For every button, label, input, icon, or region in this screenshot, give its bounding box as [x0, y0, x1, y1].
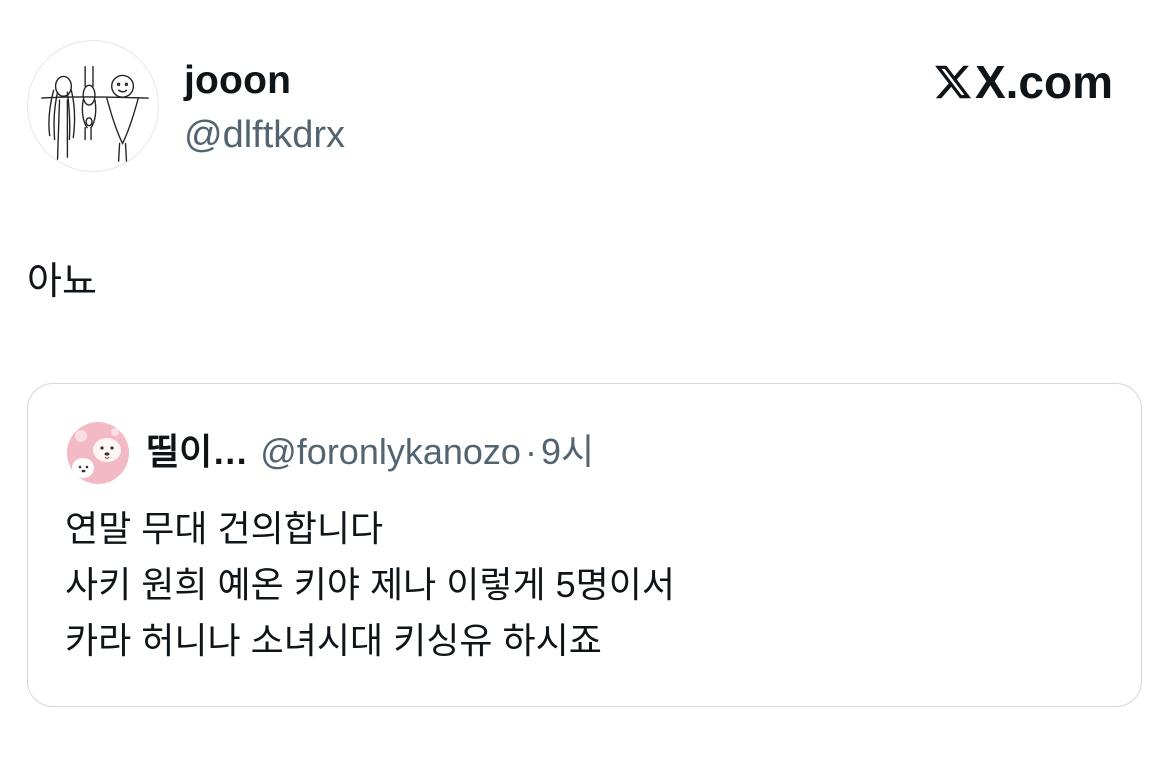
author-avatar[interactable]	[27, 40, 159, 172]
x-logo-icon	[935, 65, 971, 99]
tweet-text: 아뇨	[27, 261, 97, 303]
quoted-tweet-line: 연말 무대 건의합니다	[65, 508, 384, 549]
quoted-tweet-time[interactable]: 9시	[541, 431, 594, 472]
quoted-author-display-name[interactable]: 띨이…	[146, 431, 248, 472]
pink-puppy-avatar	[67, 422, 129, 484]
brand-link[interactable]: X.com	[933, 56, 1113, 108]
quoted-tweet-header: 띨이… @foronlykanozo · 9시	[146, 430, 594, 474]
stick-figure-drawing-avatar	[41, 65, 149, 162]
quoted-tweet-card[interactable]: 띨이… @foronlykanozo · 9시 연말 무대 건의합니다 사키 원희 예…	[27, 383, 1142, 707]
quoted-tweet-separator: ·	[524, 431, 537, 472]
quoted-tweet-text: 연말 무대 건의합니다 사키 원희 예온 키야 제나 이렇게 5명이서 카라 허…	[65, 501, 675, 669]
quoted-tweet-line: 사키 원희 예온 키야 제나 이렇게 5명이서	[65, 564, 675, 605]
brand-text: X.com	[974, 56, 1113, 108]
quoted-author-avatar[interactable]	[67, 422, 129, 484]
quoted-author-handle[interactable]: @foronlykanozo	[260, 431, 521, 472]
author-handle[interactable]: @dlftkdrx	[184, 112, 345, 158]
author-display-name[interactable]: jooon	[184, 58, 291, 104]
quoted-tweet-line: 카라 허니나 소녀시대 키싱유 하시죠	[65, 620, 602, 661]
